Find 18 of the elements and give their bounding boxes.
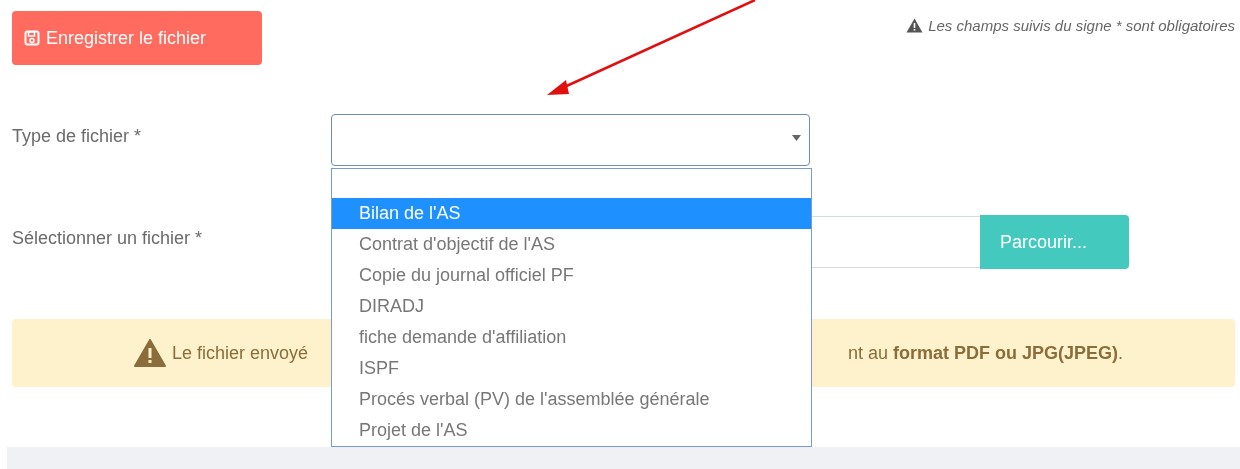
dropdown-option[interactable]: Bilan de l'AS [332,198,811,229]
warning-icon [906,18,924,33]
save-button[interactable]: Enregistrer le fichier [12,11,262,65]
dropdown-option[interactable]: Procés verbal (PV) de l'assemblée générale [332,384,811,415]
field-label: Type de fichier * [12,125,143,148]
dropdown-option[interactable]: ISPF [332,353,811,384]
field-label: Sélectionner un fichier * [12,227,204,250]
alert-text: Le fichier envoyé [172,342,309,364]
file-type-select[interactable] [331,114,810,166]
dropdown-option[interactable]: fiche demande d'affiliation [332,322,811,353]
dropdown-option[interactable]: Copie du journal officiel PF [332,260,811,291]
alert-text: nt au format PDF ou JPG(JPEG). [847,342,1123,364]
dropdown-option[interactable]: Contrat d'objectif de l'AS [332,229,811,260]
dropdown-option[interactable]: Projet de l'AS [332,415,811,446]
required-fields-notice: Les champs suivis du signe * sont obligatoires [928,17,1235,34]
warning-icon [134,339,166,367]
dropdown-option[interactable]: DIRADJ [332,291,811,322]
caret-icon [792,135,801,141]
